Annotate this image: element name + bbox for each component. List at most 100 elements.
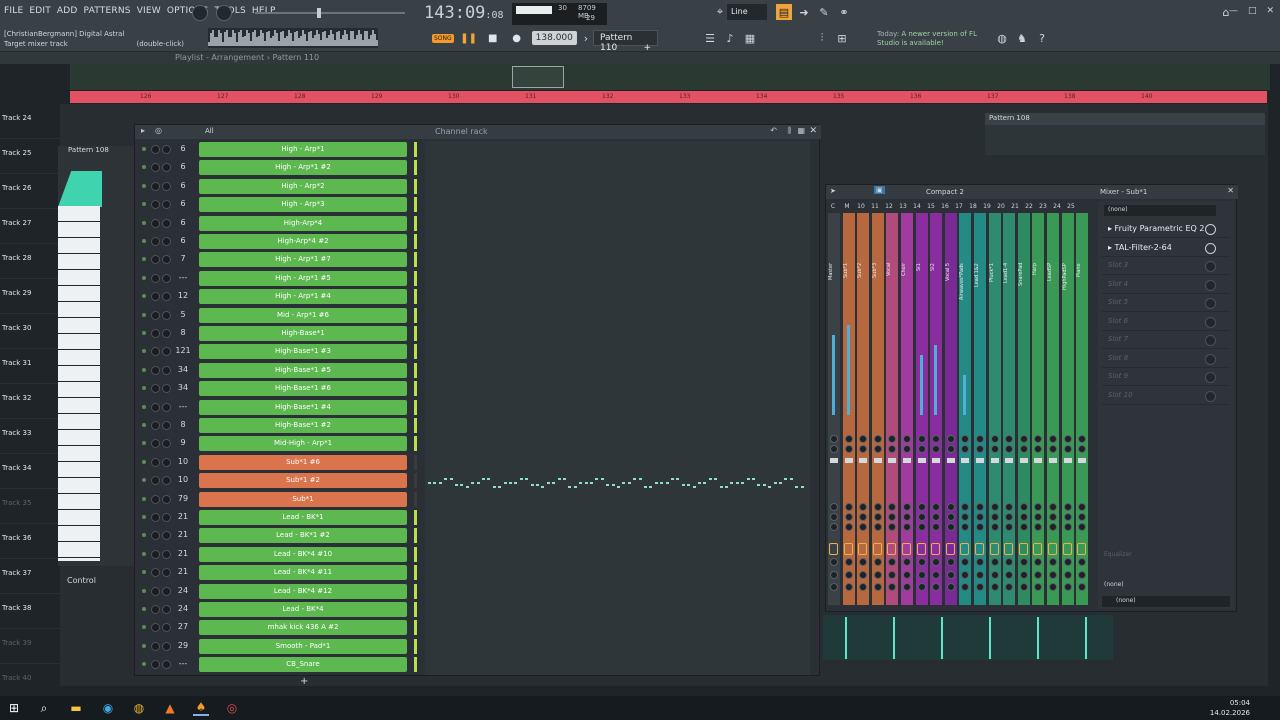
channel-name-button[interactable]: High-Base*1 #3 bbox=[199, 344, 407, 360]
strip-knob[interactable] bbox=[888, 445, 897, 453]
strip-knob[interactable] bbox=[1019, 503, 1028, 511]
mixer-track-number[interactable]: 34 bbox=[173, 365, 193, 374]
strip-name[interactable]: SnarePad bbox=[1018, 263, 1030, 323]
channel-row[interactable]: 121 High-Base*1 #3 bbox=[135, 343, 417, 361]
mixer-track-number[interactable]: 6 bbox=[173, 144, 193, 153]
channel-name-button[interactable]: High - Arp*1 #7 bbox=[199, 252, 407, 268]
strip-knob[interactable] bbox=[976, 445, 984, 453]
channel-row[interactable]: 34 High-Base*1 #5 bbox=[135, 362, 417, 380]
mixer-track-number[interactable]: 21 bbox=[173, 549, 193, 558]
channel-led-icon[interactable] bbox=[142, 662, 146, 667]
channel-name-button[interactable]: Lead - BK*4 #10 bbox=[199, 546, 407, 562]
strip-name[interactable]: Vocal bbox=[886, 263, 898, 323]
volume-knob[interactable] bbox=[162, 365, 171, 375]
typing-keyboard-icon[interactable]: ▤ bbox=[776, 4, 792, 20]
strip-knob[interactable] bbox=[903, 445, 911, 453]
channel-select-indicator[interactable] bbox=[414, 620, 417, 636]
mixer-strip[interactable]: Choir bbox=[901, 213, 913, 605]
channel-led-icon[interactable] bbox=[142, 257, 146, 262]
strip-knob[interactable] bbox=[888, 558, 897, 566]
playlist-overview[interactable] bbox=[70, 64, 1270, 90]
strip-knob[interactable] bbox=[961, 571, 970, 579]
strip-knob[interactable] bbox=[1049, 435, 1057, 443]
channel-select-indicator[interactable] bbox=[414, 142, 417, 157]
channel-select-indicator[interactable] bbox=[414, 178, 417, 194]
strip-fader[interactable] bbox=[1049, 458, 1057, 463]
pause-icon[interactable]: ❚❚ bbox=[460, 29, 478, 47]
strip-fader[interactable] bbox=[1034, 458, 1043, 463]
strip-knob[interactable] bbox=[1019, 513, 1028, 521]
strip-knob[interactable] bbox=[1078, 583, 1087, 591]
strip-knob[interactable] bbox=[946, 435, 955, 443]
mixer-track-number[interactable]: 79 bbox=[173, 494, 193, 503]
strip-knob[interactable] bbox=[976, 513, 984, 521]
strip-knob[interactable] bbox=[961, 445, 970, 453]
channel-row[interactable]: 10 Sub*1 #6 bbox=[135, 454, 417, 472]
slot-mix-knob[interactable] bbox=[1205, 298, 1216, 309]
strip-knob[interactable] bbox=[1019, 583, 1028, 591]
channel-name-button[interactable]: High - Arp*1 bbox=[199, 142, 407, 157]
volume-knob[interactable] bbox=[162, 200, 171, 210]
strip-knob[interactable] bbox=[859, 503, 868, 511]
globe-icon[interactable]: ◍ bbox=[994, 30, 1010, 46]
strip-send-button[interactable] bbox=[1077, 543, 1087, 555]
volume-knob[interactable] bbox=[162, 641, 171, 651]
channel-led-icon[interactable] bbox=[142, 423, 146, 427]
strip-knob[interactable] bbox=[917, 503, 926, 511]
strip-knob[interactable] bbox=[844, 445, 853, 453]
channel-led-icon[interactable] bbox=[142, 533, 146, 538]
channel-select-indicator[interactable] bbox=[414, 326, 417, 341]
mixer-strip[interactable]: Vocal bbox=[886, 213, 899, 605]
piano-roll-icon[interactable]: ♪ bbox=[722, 30, 738, 46]
pitch-knob[interactable] bbox=[216, 5, 232, 21]
strip-knob[interactable] bbox=[976, 558, 984, 566]
add-channel-icon[interactable]: + bbox=[300, 676, 308, 687]
strip-knob[interactable] bbox=[990, 503, 999, 511]
mixer-strip[interactable]: Airwaves*Pads bbox=[959, 213, 972, 605]
pan-knob[interactable] bbox=[151, 457, 160, 467]
strip-send-button[interactable] bbox=[1062, 543, 1072, 555]
pan-knob[interactable] bbox=[151, 439, 160, 449]
channel-led-icon[interactable] bbox=[142, 202, 146, 207]
mixer-strip[interactable]: Sub*1 bbox=[842, 213, 855, 605]
mixer-strip[interactable]: Pluck*1 bbox=[988, 213, 1001, 605]
pan-knob[interactable] bbox=[151, 402, 160, 412]
channel-name-button[interactable]: High-Base*1 #5 bbox=[199, 362, 407, 378]
volume-knob[interactable] bbox=[162, 273, 171, 283]
channel-name-button[interactable]: mhak kick 436 A #2 bbox=[199, 620, 407, 636]
channel-select-indicator[interactable] bbox=[414, 436, 417, 452]
mixer-track-number[interactable]: --- bbox=[173, 402, 193, 411]
strip-knob[interactable] bbox=[830, 503, 838, 511]
mixer-menu-icon[interactable]: ➤ bbox=[830, 187, 836, 195]
channel-row[interactable]: 9 Mid-High - Arp*1 bbox=[135, 435, 417, 453]
strip-knob[interactable] bbox=[932, 571, 941, 579]
strip-knob[interactable] bbox=[888, 513, 897, 521]
track-header[interactable]: Track 40 bbox=[0, 664, 60, 699]
strip-knob[interactable] bbox=[1049, 571, 1057, 579]
strip-send-button[interactable] bbox=[916, 543, 926, 555]
timeline-ruler[interactable]: 126 127 128 129 130 131 132 133 134 135 136 137 138 1… bbox=[70, 91, 1267, 103]
strip-knob[interactable] bbox=[859, 583, 868, 591]
channel-select-indicator[interactable] bbox=[414, 657, 417, 673]
playlist-icon[interactable]: ☰ bbox=[702, 30, 718, 46]
channel-row[interactable]: 34 High-Base*1 #6 bbox=[135, 380, 417, 398]
mixer-layout-icon[interactable]: ▣ bbox=[874, 186, 885, 194]
strip-knob[interactable] bbox=[1049, 513, 1057, 521]
strip-send-button[interactable] bbox=[975, 543, 984, 555]
mixer-track-number[interactable]: 8 bbox=[173, 328, 193, 337]
strip-name[interactable]: Lead 1&2 bbox=[974, 263, 986, 323]
plugin-icon[interactable]: ⊞ bbox=[834, 30, 850, 46]
pan-knob[interactable] bbox=[151, 310, 160, 320]
output-select-2[interactable]: (none) bbox=[1102, 596, 1230, 607]
search-icon[interactable]: ⌕ bbox=[36, 700, 52, 716]
strip-knob[interactable] bbox=[946, 523, 955, 531]
graph-icon[interactable]: ⫼ bbox=[787, 126, 791, 136]
mixer-track-number[interactable]: 27 bbox=[173, 622, 193, 631]
strip-knob[interactable] bbox=[903, 583, 911, 591]
volume-knob[interactable] bbox=[162, 347, 171, 357]
mixer-track-number[interactable]: 24 bbox=[173, 586, 193, 595]
channel-select-indicator[interactable] bbox=[414, 289, 417, 305]
slot-mix-knob[interactable] bbox=[1205, 224, 1216, 235]
strip-knob[interactable] bbox=[917, 435, 926, 443]
strip-knob[interactable] bbox=[844, 583, 853, 591]
